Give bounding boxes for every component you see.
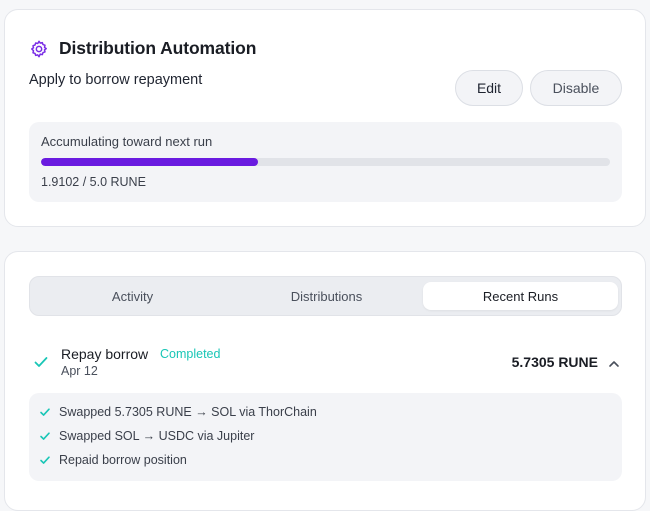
accumulation-progress: Accumulating toward next run 1.9102 / 5.…	[29, 122, 622, 202]
status-badge: Completed	[160, 347, 221, 361]
step-text: Swapped SOL → USDC via Jupiter	[59, 429, 255, 443]
progress-fill	[41, 158, 259, 166]
list-item: Swapped 5.7305 RUNE → SOL via ThorChain	[39, 402, 317, 422]
check-icon	[39, 406, 51, 418]
tab-activity[interactable]: Activity	[35, 282, 230, 310]
edit-button[interactable]: Edit	[455, 70, 523, 106]
step-text: Repaid borrow position	[59, 453, 187, 467]
progress-label: Accumulating toward next run	[41, 134, 213, 149]
run-amount: 5.7305 RUNE	[511, 354, 598, 370]
tab-bar: Activity Distributions Recent Runs	[29, 276, 622, 316]
step-text: Swapped 5.7305 RUNE → SOL via ThorChain	[59, 405, 317, 419]
list-item: Repaid borrow position	[39, 450, 187, 470]
runs-card: Activity Distributions Recent Runs Repay…	[4, 251, 646, 511]
tab-distributions[interactable]: Distributions	[229, 282, 424, 310]
chevron-up-icon[interactable]	[608, 357, 620, 369]
check-icon	[33, 354, 49, 370]
automation-header: Distribution Automation	[29, 38, 256, 59]
progress-value: 1.9102 / 5.0 RUNE	[41, 175, 146, 189]
automation-subtitle: Apply to borrow repayment	[29, 72, 203, 88]
run-title: Repay borrow	[61, 346, 149, 362]
automation-title: Distribution Automation	[59, 38, 257, 58]
automation-card: Distribution Automation Apply to borrow …	[4, 9, 646, 227]
run-row[interactable]: Repay borrow Completed Apr 12 5.7305 RUN…	[29, 340, 622, 384]
disable-button[interactable]: Disable	[530, 70, 622, 106]
run-steps: Swapped 5.7305 RUNE → SOL via ThorChain …	[29, 393, 622, 481]
check-icon	[39, 454, 51, 466]
run-date: Apr 12	[61, 364, 98, 378]
progress-track	[41, 158, 610, 166]
gear-icon	[29, 39, 49, 59]
tab-recent-runs[interactable]: Recent Runs	[423, 282, 618, 310]
check-icon	[39, 430, 51, 442]
list-item: Swapped SOL → USDC via Jupiter	[39, 426, 254, 446]
